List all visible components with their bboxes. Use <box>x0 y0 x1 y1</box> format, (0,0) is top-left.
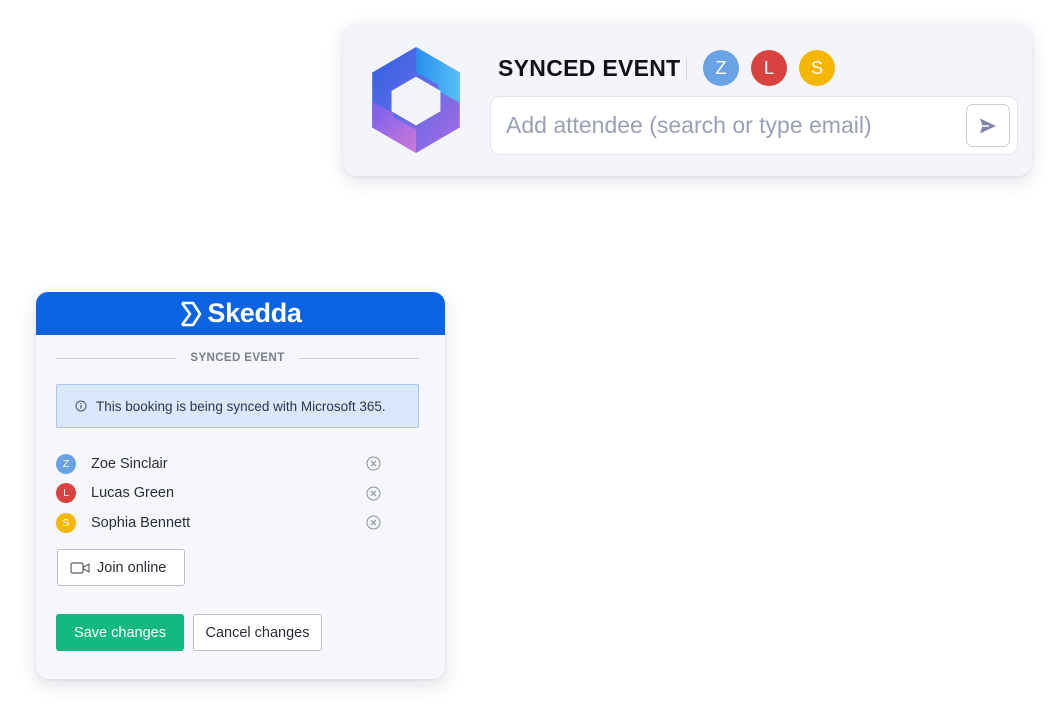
sync-info-message: This booking is being synced with Micros… <box>96 398 386 414</box>
join-online-button[interactable]: Join online <box>57 549 185 586</box>
microsoft-365-logo-icon <box>372 47 460 153</box>
section-label: SYNCED EVENT <box>190 352 285 364</box>
list-item: S Sophia Bennett <box>56 508 381 538</box>
cancel-changes-button[interactable]: Cancel changes <box>193 614 322 651</box>
join-online-label: Join online <box>97 559 167 576</box>
avatar[interactable]: Z <box>703 50 739 86</box>
title-separator <box>686 59 687 79</box>
remove-attendee-icon[interactable] <box>366 486 381 501</box>
avatar[interactable]: S <box>799 50 835 86</box>
remove-attendee-icon[interactable] <box>366 456 381 471</box>
sync-info-banner: This booking is being synced with Micros… <box>56 384 419 428</box>
video-camera-icon <box>70 561 90 574</box>
save-changes-button[interactable]: Save changes <box>56 614 184 651</box>
divider-line <box>298 357 420 359</box>
skedda-brand: Skedda <box>207 298 302 328</box>
synced-event-card: SYNCED EVENT Z L S <box>343 23 1032 176</box>
send-button[interactable] <box>966 104 1010 147</box>
add-attendee-field <box>490 96 1018 155</box>
skedda-booking-card: Skedda SYNCED EVENT This booking is bein… <box>36 292 445 679</box>
avatar[interactable]: L <box>751 50 787 86</box>
list-item: Z Zoe Sinclair <box>56 449 381 479</box>
skedda-logo-icon <box>181 301 202 326</box>
add-attendee-input[interactable] <box>506 112 956 139</box>
list-item: L Lucas Green <box>56 479 381 509</box>
section-divider: SYNCED EVENT <box>56 351 420 365</box>
stage: SYNCED EVENT Z L S Skedda <box>0 0 1062 726</box>
info-icon <box>75 400 87 412</box>
divider-line <box>56 357 177 359</box>
avatar: S <box>56 512 76 533</box>
avatar: Z <box>56 453 76 474</box>
avatar: L <box>56 483 76 504</box>
skedda-header: Skedda <box>36 292 445 335</box>
send-icon <box>980 118 996 133</box>
synced-event-title: SYNCED EVENT <box>498 55 681 81</box>
attendee-name: Zoe Sinclair <box>91 455 168 472</box>
attendee-name: Lucas Green <box>91 485 175 502</box>
attendee-name: Sophia Bennett <box>91 514 191 531</box>
attendee-list: Z Zoe Sinclair L Lucas Green S Sophia Be… <box>56 449 381 538</box>
attendee-avatars: Z L S <box>703 50 835 86</box>
remove-attendee-icon[interactable] <box>366 515 381 530</box>
